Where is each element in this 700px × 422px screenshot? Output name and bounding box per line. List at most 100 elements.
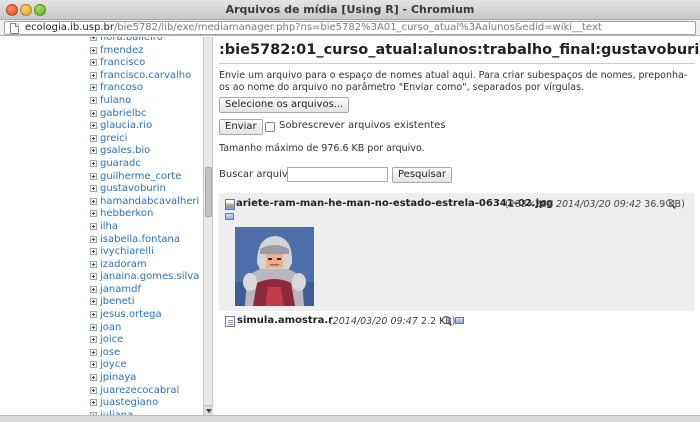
tree-item-link[interactable]: gsales.bio [100,145,150,156]
tree-item[interactable]: jesus.ortega [90,308,199,321]
tree-item[interactable]: gabrielbc [90,107,199,120]
tree-item[interactable]: juastegiano [90,396,199,409]
tree-item-link[interactable]: glaucia.rio [100,120,152,131]
tree-item[interactable]: jose [90,346,199,359]
tree-item[interactable]: fulano [90,94,199,107]
tree-item-link[interactable]: joan [100,322,121,333]
tree-item[interactable]: izadoram [90,258,199,271]
tree-item-link[interactable]: jose [100,347,120,358]
tree-item[interactable]: joyce [90,358,199,371]
tree-item[interactable]: guilherme_corte [90,170,199,183]
expand-plus-icon[interactable] [90,109,97,117]
tree-item[interactable]: juarezecocabral [90,384,199,397]
tree-item[interactable]: fmendez [90,44,199,57]
expand-plus-icon[interactable] [90,159,97,167]
tree-item[interactable]: ilha [90,220,199,233]
expand-plus-icon[interactable] [90,59,97,67]
expand-plus-icon[interactable] [90,248,97,256]
tree-item-link[interactable]: hebberkon [100,208,153,219]
tree-item-link[interactable]: jpinaya [100,372,136,383]
expand-plus-icon[interactable] [90,311,97,319]
tree-item-link[interactable]: ilha [100,221,118,232]
expand-plus-icon[interactable] [90,134,97,142]
magnifier-icon[interactable] [666,199,674,207]
expand-plus-icon[interactable] [90,210,97,218]
search-input[interactable] [287,167,388,182]
expand-plus-icon[interactable] [90,336,97,344]
tree-item[interactable]: francoso [90,81,199,94]
expand-plus-icon[interactable] [90,273,97,281]
expand-plus-icon[interactable] [90,172,97,180]
expand-plus-icon[interactable] [90,147,97,155]
tree-item-link[interactable]: ivychiarelli [100,246,154,257]
insert-file-icon[interactable] [455,317,464,324]
magnifier-icon[interactable] [442,316,450,324]
expand-plus-icon[interactable] [90,84,97,92]
tree-item[interactable]: greici [90,132,199,145]
expand-plus-icon[interactable] [90,197,97,205]
expand-plus-icon[interactable] [90,222,97,230]
tree-item-link[interactable]: gustavoburin [100,183,166,194]
tree-item[interactable]: jbeneti [90,295,199,308]
tree-item-link[interactable]: greici [100,133,127,144]
tree-item[interactable]: flora.balleiro [90,37,199,44]
tree-item-link[interactable]: guilherme_corte [100,171,181,182]
select-files-button[interactable]: Selecione os arquivos... [219,97,350,113]
tree-item-link[interactable]: fulano [100,95,131,106]
tree-item-link[interactable]: jesus.ortega [100,309,162,320]
expand-plus-icon[interactable] [90,323,97,331]
tree-item-link[interactable]: flora.balleiro [100,37,163,43]
image-thumbnail[interactable] [235,227,314,306]
tree-item[interactable]: guaradc [90,157,199,170]
tree-item-link[interactable]: guaradc [100,158,141,169]
expand-plus-icon[interactable] [90,298,97,306]
tree-scrollbar[interactable] [203,37,213,415]
file-name-link[interactable]: simula.amostra.r [237,315,333,326]
tree-item[interactable]: joan [90,321,199,334]
tree-item-link[interactable]: hamandabcavalheri [100,196,199,207]
tree-item-link[interactable]: gabrielbc [100,108,147,119]
tree-item[interactable]: ivychiarelli [90,245,199,258]
tree-item-link[interactable]: fmendez [100,45,144,56]
tree-item[interactable]: glaucia.rio [90,119,199,132]
tree-item-link[interactable]: izadoram [100,259,147,270]
expand-plus-icon[interactable] [90,185,97,193]
tree-item-link[interactable]: francisco [100,57,145,68]
expand-plus-icon[interactable] [90,235,97,243]
url-field[interactable]: ecologia.ib.usp.br/bie5782/lib/exe/media… [4,21,696,35]
tree-item-link[interactable]: joice [100,334,123,345]
tree-item[interactable]: hebberkon [90,207,199,220]
tree-item-link[interactable]: isabella.fontana [100,234,180,245]
expand-plus-icon[interactable] [90,348,97,356]
tree-item[interactable]: janaina.gomes.silva [90,270,199,283]
tree-item[interactable]: isabella.fontana [90,233,199,246]
search-button[interactable]: Pesquisar [392,167,452,183]
scroll-down-arrow-icon[interactable] [204,405,213,415]
tree-item[interactable]: francisco [90,56,199,69]
tree-item[interactable]: gsales.bio [90,144,199,157]
expand-plus-icon[interactable] [90,37,97,41]
expand-plus-icon[interactable] [90,96,97,104]
expand-plus-icon[interactable] [90,361,97,369]
expand-plus-icon[interactable] [90,46,97,54]
tree-item-link[interactable]: juastegiano [100,397,158,408]
expand-plus-icon[interactable] [90,122,97,130]
tree-scrollbar-thumb[interactable] [205,167,212,217]
expand-plus-icon[interactable] [90,285,97,293]
overwrite-checkbox[interactable] [265,122,275,132]
insert-image-icon[interactable] [225,213,234,220]
tree-item[interactable]: jpinaya [90,371,199,384]
tree-item[interactable]: gustavoburin [90,182,199,195]
expand-plus-icon[interactable] [90,374,97,382]
tree-item-link[interactable]: francisco.carvalho [100,70,191,81]
expand-plus-icon[interactable] [90,399,97,407]
tree-item-link[interactable]: francoso [100,82,143,93]
tree-item-link[interactable]: janamdf [100,284,141,295]
expand-plus-icon[interactable] [90,260,97,268]
send-button[interactable]: Enviar [219,119,263,135]
tree-item[interactable]: hamandabcavalheri [90,195,199,208]
tree-item-link[interactable]: joyce [100,359,126,370]
tree-item[interactable]: joice [90,333,199,346]
tree-item[interactable]: francisco.carvalho [90,69,199,82]
tree-item-link[interactable]: jbeneti [100,296,134,307]
